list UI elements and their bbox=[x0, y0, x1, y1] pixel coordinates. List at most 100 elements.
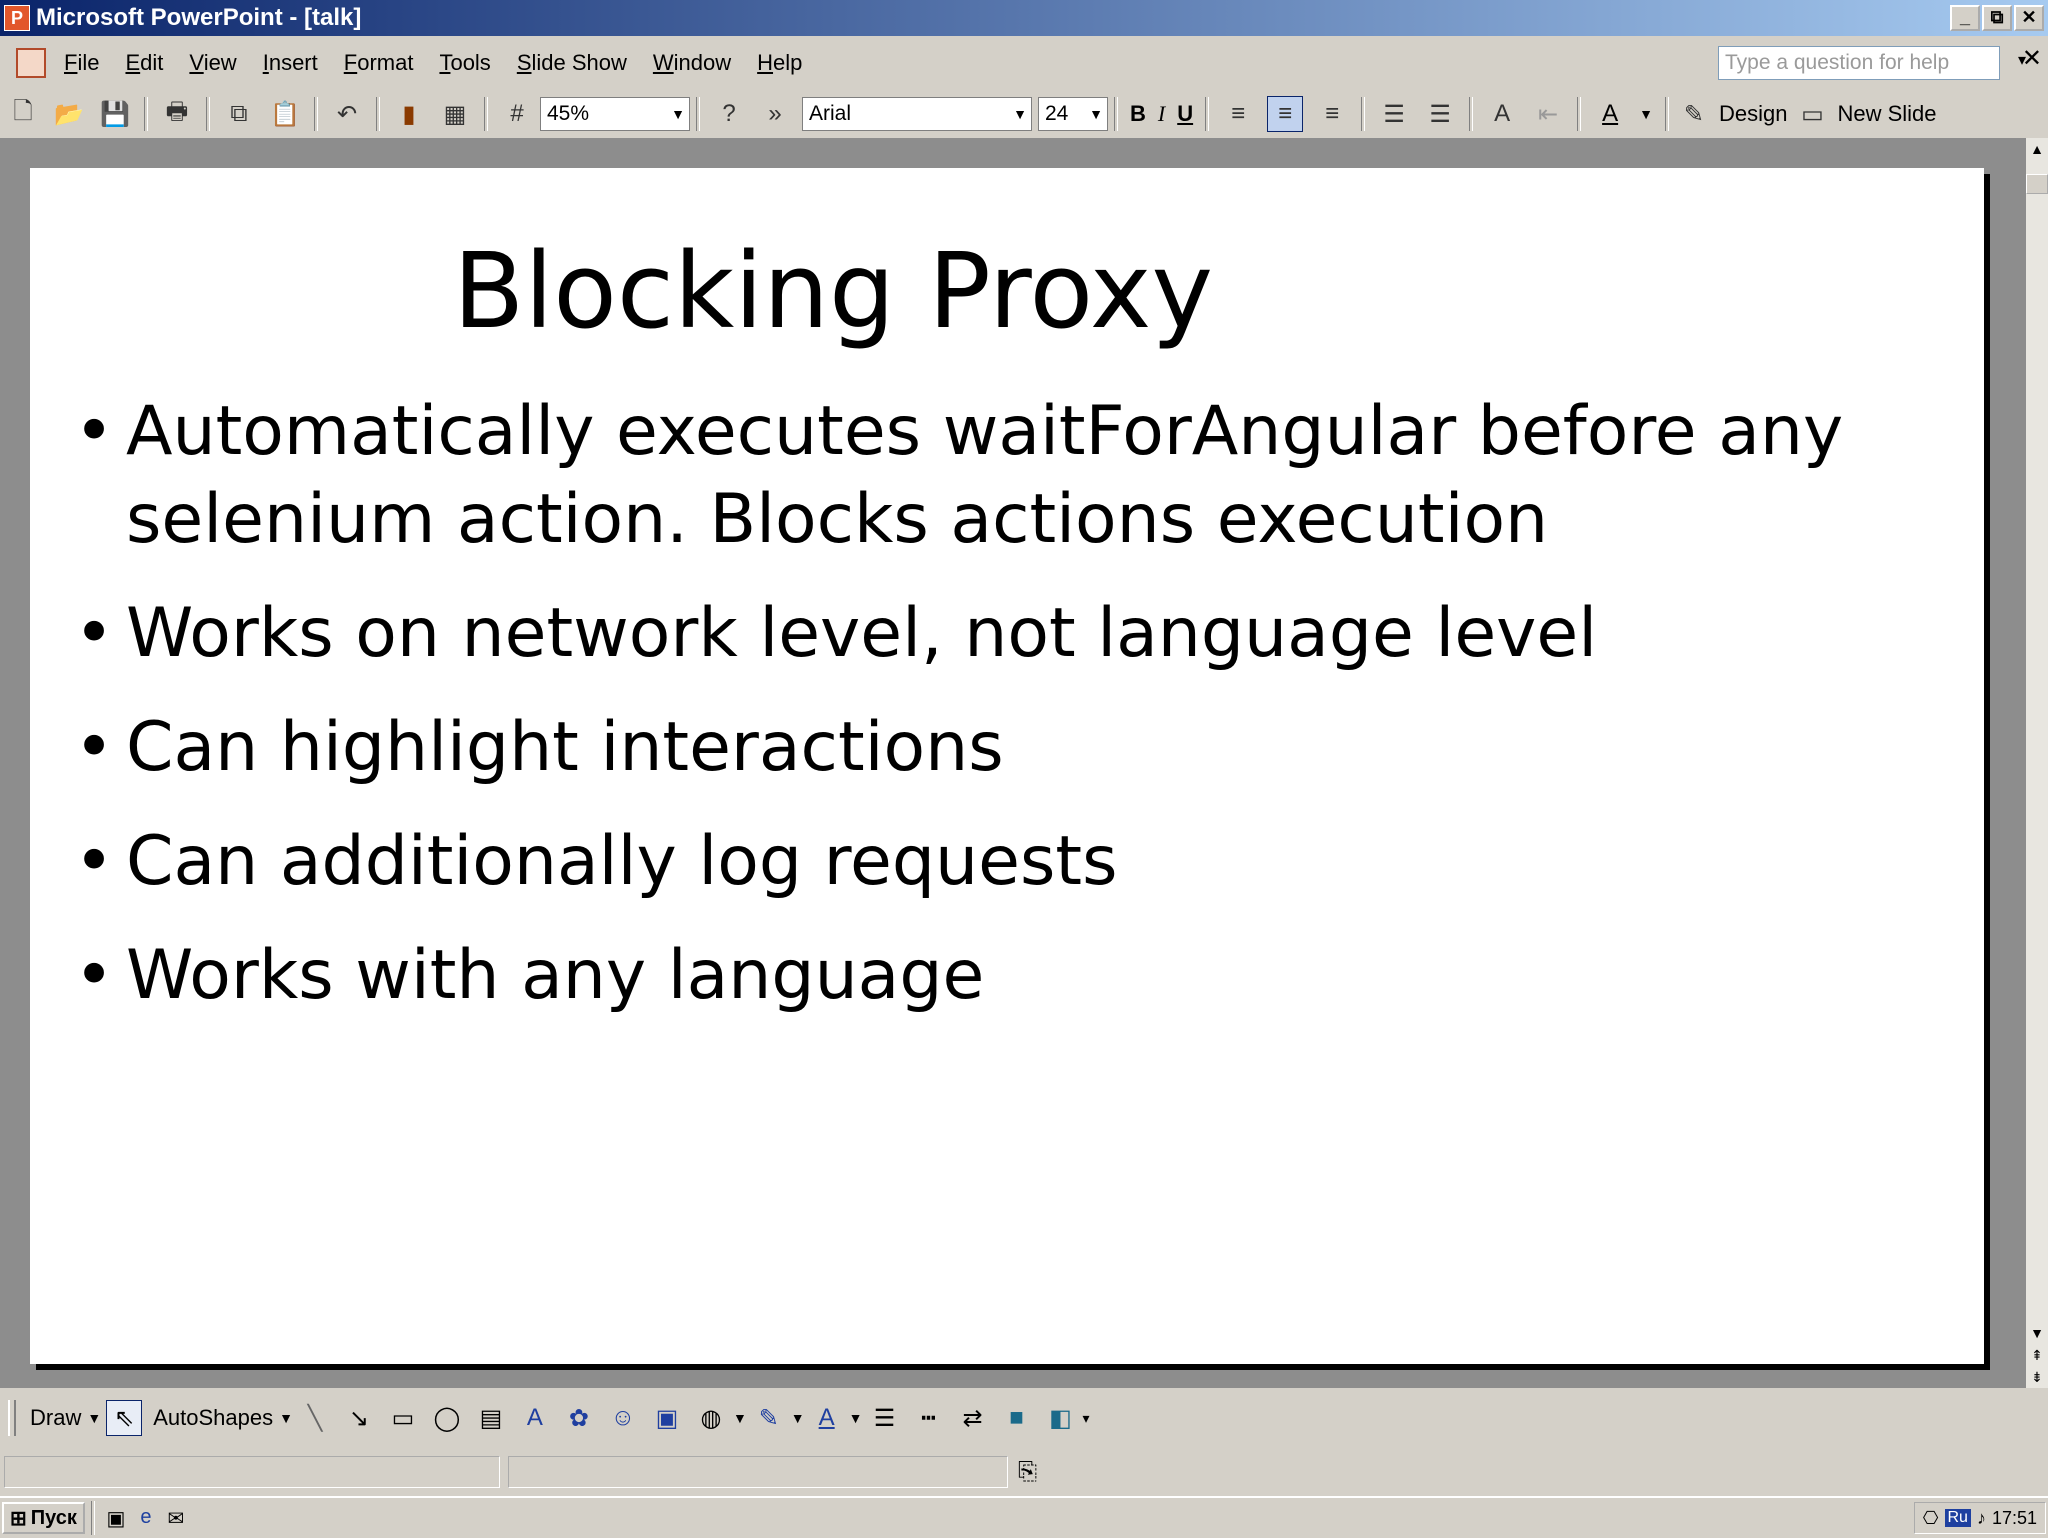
grid-icon[interactable]: # bbox=[500, 97, 534, 131]
line-color-icon[interactable]: ✎ bbox=[752, 1401, 786, 1435]
start-button[interactable]: ⊞ Пуск bbox=[2, 1502, 85, 1534]
dash-style-icon[interactable]: ┅ bbox=[912, 1401, 946, 1435]
select-pointer-icon[interactable]: ⇖ bbox=[106, 1400, 143, 1436]
underline-button[interactable]: U bbox=[1171, 101, 1199, 127]
volume-icon[interactable]: ♪ bbox=[1977, 1508, 1986, 1529]
close-button[interactable]: ✕ bbox=[2014, 5, 2044, 31]
rectangle-icon[interactable]: ▭ bbox=[386, 1401, 420, 1435]
menu-bar: File Edit View Insert Format Tools Slide… bbox=[0, 36, 2048, 90]
menu-insert[interactable]: Insert bbox=[263, 50, 338, 76]
scroll-thumb[interactable] bbox=[2026, 174, 2048, 194]
clock: 17:51 bbox=[1991, 1507, 2037, 1528]
spelling-icon[interactable]: ⎘ bbox=[1018, 1458, 1037, 1486]
menu-help[interactable]: Help bbox=[757, 50, 822, 76]
vertical-scrollbar[interactable]: ▲ ▼ ⇞ ⇟ bbox=[2026, 138, 2048, 1388]
arrow-icon[interactable]: ↘ bbox=[342, 1401, 376, 1435]
text-box-icon[interactable]: ▤ bbox=[474, 1401, 508, 1435]
menu-slide-show[interactable]: Slide Show bbox=[517, 50, 647, 76]
document-icon[interactable] bbox=[16, 48, 46, 78]
scroll-down-icon[interactable]: ▼ bbox=[2026, 1322, 2048, 1344]
arrow-style-icon[interactable]: ⇄ bbox=[956, 1401, 990, 1435]
insert-chart-icon[interactable]: ▮ bbox=[392, 97, 426, 131]
line-style-icon[interactable]: ☰ bbox=[868, 1401, 902, 1435]
draw-font-color-icon[interactable]: A bbox=[810, 1401, 844, 1435]
toolbar-separator bbox=[90, 1501, 95, 1535]
next-slide-icon[interactable]: ⇟ bbox=[2026, 1366, 2048, 1388]
start-label: Пуск bbox=[30, 1506, 77, 1529]
menu-tools[interactable]: Tools bbox=[439, 50, 510, 76]
diagram-icon[interactable]: ✿ bbox=[562, 1401, 596, 1435]
font-size-select[interactable]: 24 ▼ bbox=[1038, 97, 1108, 131]
insert-table-icon[interactable]: ▦ bbox=[438, 97, 472, 131]
clip-art-icon[interactable]: ☺ bbox=[606, 1401, 640, 1435]
help-icon[interactable]: ? bbox=[712, 97, 746, 131]
network-icon[interactable]: ⎔ bbox=[1923, 1508, 1939, 1529]
outlook-icon[interactable]: ✉ bbox=[164, 1506, 188, 1530]
3d-icon[interactable]: ◧ bbox=[1044, 1401, 1078, 1435]
paste-icon[interactable]: 📋 bbox=[268, 97, 302, 131]
shadow-icon[interactable]: ■ bbox=[1000, 1401, 1034, 1435]
minimize-button[interactable]: _ bbox=[1950, 5, 1980, 31]
undo-icon[interactable]: ↶ bbox=[330, 97, 364, 131]
new-slide-icon: ▭ bbox=[1801, 100, 1824, 128]
slide-body[interactable]: Automatically executes waitForAngular be… bbox=[74, 388, 1934, 1046]
chevron-down-icon: ▼ bbox=[1089, 106, 1103, 122]
align-right-icon[interactable]: ≡ bbox=[1315, 97, 1349, 131]
design-button[interactable]: Design bbox=[1713, 101, 1793, 127]
decrease-indent-icon[interactable]: ⇤ bbox=[1531, 97, 1565, 131]
browser-icon[interactable]: e bbox=[134, 1506, 158, 1530]
help-search-input[interactable]: Type a question for help bbox=[1718, 46, 2000, 80]
italic-button[interactable]: I bbox=[1152, 101, 1171, 127]
bullets-icon[interactable]: ☰ bbox=[1423, 97, 1457, 131]
font-value: Arial bbox=[809, 102, 852, 125]
increase-font-icon[interactable]: A bbox=[1485, 97, 1519, 131]
show-desktop-icon[interactable]: ▣ bbox=[104, 1506, 128, 1530]
save-icon[interactable]: 💾 bbox=[98, 97, 132, 131]
copy-icon[interactable]: ⧉ bbox=[222, 97, 256, 131]
restore-button[interactable]: ⧉ bbox=[1982, 5, 2012, 31]
menu-format[interactable]: Format bbox=[344, 50, 434, 76]
menu-edit[interactable]: Edit bbox=[125, 50, 183, 76]
line-icon[interactable]: ╲ bbox=[298, 1401, 332, 1435]
picture-icon[interactable]: ▣ bbox=[650, 1401, 684, 1435]
window-title: Microsoft PowerPoint - [talk] bbox=[36, 4, 362, 31]
slide-title[interactable]: Blocking Proxy bbox=[30, 230, 1636, 352]
chevron-down-icon[interactable]: ▼ bbox=[791, 1410, 805, 1426]
font-select[interactable]: Arial ▼ bbox=[802, 97, 1032, 131]
slide[interactable]: Blocking Proxy Automatically executes wa… bbox=[30, 168, 1984, 1364]
toolbar-separator bbox=[144, 97, 148, 131]
toolbar-separator bbox=[1664, 97, 1669, 131]
previous-slide-icon[interactable]: ⇞ bbox=[2026, 1344, 2048, 1366]
new-slide-button[interactable]: New Slide bbox=[1831, 101, 1942, 127]
toolbar-options-icon[interactable]: » bbox=[758, 97, 792, 131]
zoom-select[interactable]: 45% ▼ bbox=[540, 97, 690, 131]
menu-view[interactable]: View bbox=[189, 50, 256, 76]
open-icon[interactable]: 📂 bbox=[52, 97, 86, 131]
wordart-icon[interactable]: A bbox=[518, 1401, 552, 1435]
fill-color-icon[interactable]: ◍ bbox=[694, 1401, 728, 1435]
bold-button[interactable]: B bbox=[1124, 101, 1152, 127]
menu-file[interactable]: File bbox=[64, 50, 119, 76]
chevron-down-icon: ▼ bbox=[671, 106, 685, 122]
language-indicator[interactable]: Ru bbox=[1944, 1509, 1971, 1527]
title-bar: P Microsoft PowerPoint - [talk] _ ⧉ ✕ bbox=[0, 0, 2048, 36]
chevron-down-icon[interactable]: ▼ bbox=[733, 1410, 747, 1426]
chevron-down-icon[interactable]: ▼ bbox=[849, 1410, 863, 1426]
toolbar-options-icon[interactable]: ▾ bbox=[1083, 1410, 1090, 1427]
toolbar-grip[interactable] bbox=[8, 1400, 16, 1436]
align-left-icon[interactable]: ≡ bbox=[1221, 97, 1255, 131]
numbering-icon[interactable]: ☰ bbox=[1377, 97, 1411, 131]
font-color-icon[interactable]: A bbox=[1593, 97, 1627, 131]
print-icon[interactable]: 🖶 bbox=[160, 97, 194, 131]
oval-icon[interactable]: ◯ bbox=[430, 1401, 464, 1435]
document-close-icon[interactable]: ✕ bbox=[2022, 44, 2042, 73]
menu-window[interactable]: Window bbox=[653, 50, 751, 76]
chevron-down-icon[interactable]: ▼ bbox=[1633, 106, 1659, 122]
toolbar-separator bbox=[1205, 97, 1210, 131]
autoshapes-menu-button[interactable]: AutoShapes bbox=[147, 1405, 279, 1431]
draw-menu-button[interactable]: Draw bbox=[24, 1405, 87, 1431]
scroll-up-icon[interactable]: ▲ bbox=[2026, 138, 2048, 160]
new-icon[interactable]: 🗋 bbox=[6, 97, 40, 131]
toolbar-separator bbox=[376, 97, 380, 131]
align-center-icon[interactable]: ≡ bbox=[1267, 96, 1304, 132]
